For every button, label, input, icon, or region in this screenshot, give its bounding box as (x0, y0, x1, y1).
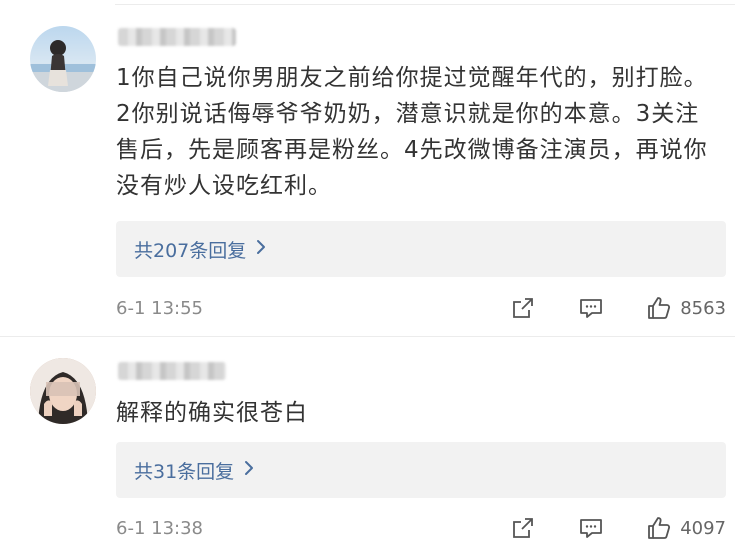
comment-icon[interactable] (578, 515, 604, 541)
share-icon[interactable] (510, 295, 536, 321)
view-replies-link[interactable]: 共207条回复 (134, 236, 266, 263)
thumbs-up-icon[interactable] (646, 295, 672, 321)
reply-count: 共207条回复 (134, 239, 247, 262)
username-blurred[interactable] (118, 28, 236, 46)
share-icon[interactable] (510, 515, 536, 541)
action-bar: 4097 (510, 512, 726, 544)
timestamp: 6-1 13:38 (116, 517, 203, 539)
avatar-photo (30, 358, 96, 424)
reply-preview[interactable]: 共207条回复 (116, 221, 726, 277)
comment-icon[interactable] (578, 295, 604, 321)
comment-text: 1你自己说你男朋友之前给你提过觉醒年代的，别打脸。2你别说话侮辱爷爷奶奶，潜意识… (116, 65, 708, 199)
avatar[interactable] (30, 358, 96, 424)
timestamp: 6-1 13:55 (116, 297, 203, 319)
like-count: 8563 (680, 297, 726, 319)
comment-divider (0, 336, 735, 337)
comment-item: 解释的确实很苍白 共31条回复 6-1 13:38 4097 (0, 338, 735, 549)
top-divider (115, 4, 735, 5)
action-bar: 8563 (510, 292, 726, 324)
chevron-right-icon (244, 460, 254, 481)
reply-preview[interactable]: 共31条回复 (116, 442, 726, 498)
thumbs-up-icon[interactable] (646, 515, 672, 541)
avatar-photo (30, 40, 96, 92)
reply-count: 共31条回复 (134, 460, 235, 483)
comment-item: 1你自己说你男朋友之前给你提过觉醒年代的，别打脸。2你别说话侮辱爷爷奶奶，潜意识… (0, 6, 735, 336)
username-blurred[interactable] (118, 362, 226, 380)
like-count: 4097 (680, 517, 726, 539)
view-replies-link[interactable]: 共31条回复 (134, 457, 254, 484)
comment-text: 解释的确实很苍白 (116, 400, 308, 426)
comment-meta: 6-1 13:38 4097 (116, 512, 726, 544)
chevron-right-icon (256, 239, 266, 260)
avatar[interactable] (30, 26, 96, 92)
comment-meta: 6-1 13:55 8563 (116, 292, 726, 324)
